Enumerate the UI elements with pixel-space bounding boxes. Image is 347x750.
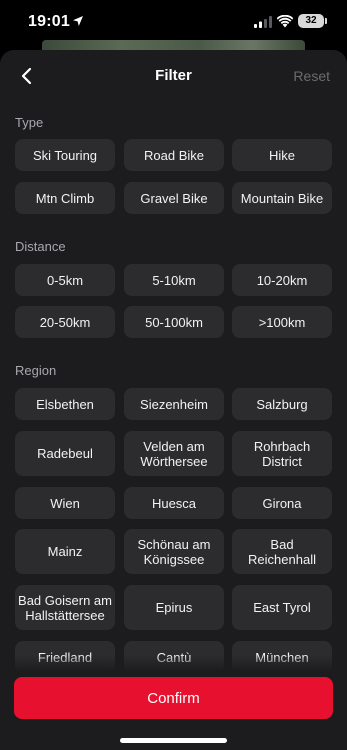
location-arrow-icon: [73, 16, 83, 26]
region-option-siezenheim[interactable]: Siezenheim: [124, 388, 224, 420]
filter-sheet: Filter Reset Type Ski Touring Road Bike …: [0, 50, 347, 750]
section-label-distance: Distance: [15, 239, 66, 254]
region-option-schonau-am-konigssee[interactable]: Schönau am Königssee: [124, 529, 224, 574]
section-label-type: Type: [15, 115, 44, 130]
wifi-icon: [277, 15, 293, 28]
region-option-wien[interactable]: Wien: [15, 487, 115, 519]
distance-option-10-20km[interactable]: 10-20km: [232, 264, 332, 296]
type-option-mountain-bike[interactable]: Mountain Bike: [232, 182, 332, 214]
region-option-velden-am-worthersee[interactable]: Velden am Wörthersee: [124, 431, 224, 476]
type-option-road-bike[interactable]: Road Bike: [124, 139, 224, 171]
battery-nub: [325, 18, 327, 24]
section-label-region: Region: [15, 363, 57, 378]
type-option-mtn-climb[interactable]: Mtn Climb: [15, 182, 115, 214]
status-time: 19:01: [28, 13, 70, 30]
sheet-header: Filter Reset: [0, 50, 347, 102]
region-option-east-tyrol[interactable]: East Tyrol: [232, 585, 332, 630]
status-bar: 19:01 32: [0, 0, 347, 44]
region-option-salzburg[interactable]: Salzburg: [232, 388, 332, 420]
region-option-epirus[interactable]: Epirus: [124, 585, 224, 630]
distance-option-20-50km[interactable]: 20-50km: [15, 306, 115, 338]
type-option-ski-touring[interactable]: Ski Touring: [15, 139, 115, 171]
distance-option-50-100km[interactable]: 50-100km: [124, 306, 224, 338]
home-indicator[interactable]: [120, 738, 227, 743]
distance-option-5-10km[interactable]: 5-10km: [124, 264, 224, 296]
type-option-gravel-bike[interactable]: Gravel Bike: [124, 182, 224, 214]
confirm-button[interactable]: Confirm: [14, 677, 333, 719]
cellular-signal-icon: [254, 16, 272, 28]
region-option-radebeul[interactable]: Radebeul: [15, 431, 115, 476]
distance-option-0-5km[interactable]: 0-5km: [15, 264, 115, 296]
region-option-girona[interactable]: Girona: [232, 487, 332, 519]
region-option-huesca[interactable]: Huesca: [124, 487, 224, 519]
region-option-bad-reichenhall[interactable]: Bad Reichenhall: [232, 529, 332, 574]
region-option-elsbethen[interactable]: Elsbethen: [15, 388, 115, 420]
battery-icon: 32: [298, 14, 324, 28]
reset-button[interactable]: Reset: [293, 68, 330, 84]
region-option-rohrbach-district[interactable]: Rohrbach District: [232, 431, 332, 476]
type-option-hike[interactable]: Hike: [232, 139, 332, 171]
region-option-mainz[interactable]: Mainz: [15, 529, 115, 574]
region-option-bad-goisern-am-hallstattersee[interactable]: Bad Goisern am Hallstättersee: [15, 585, 115, 630]
distance-option-over-100km[interactable]: >100km: [232, 306, 332, 338]
